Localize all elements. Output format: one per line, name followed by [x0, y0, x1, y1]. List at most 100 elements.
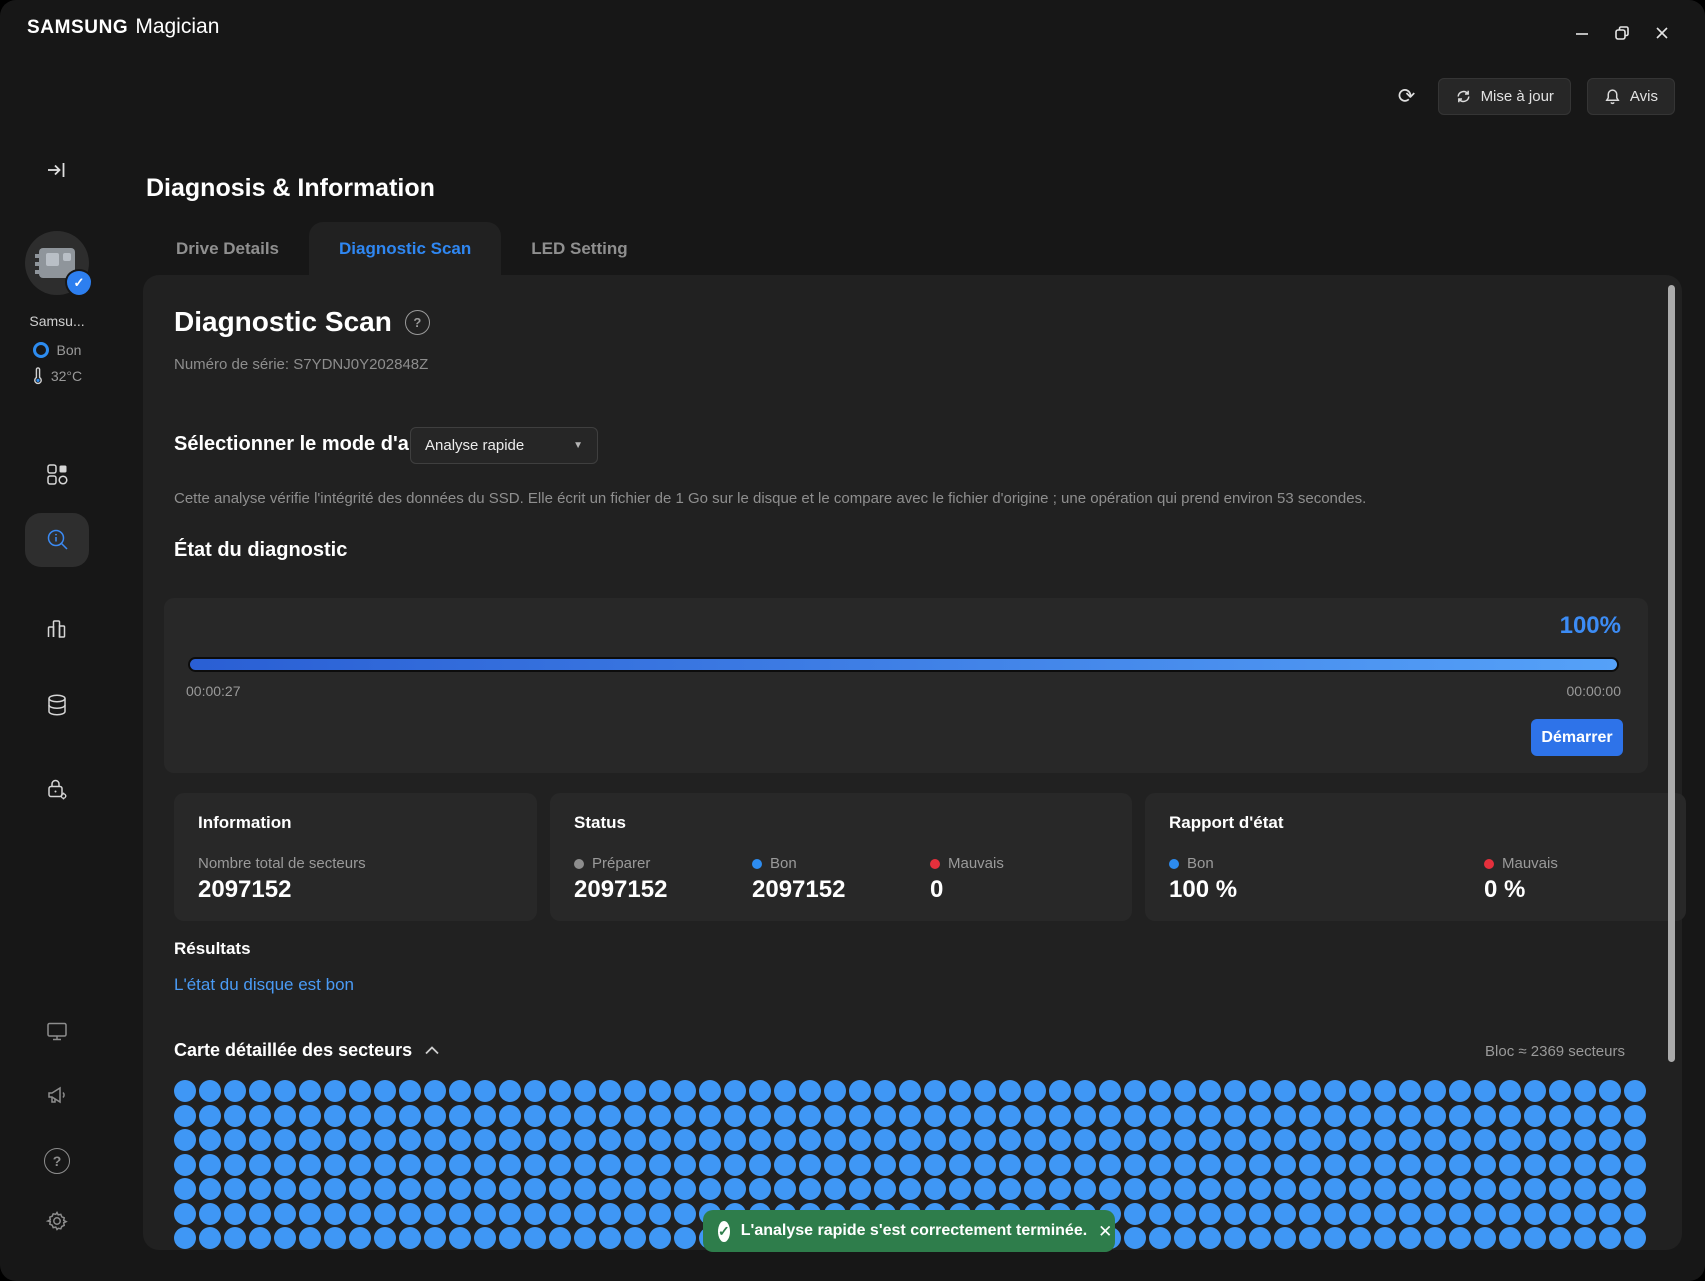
refresh-icon: ⟳ — [1398, 86, 1416, 107]
sector-dot — [674, 1154, 696, 1176]
sector-dot — [1424, 1178, 1446, 1200]
close-button[interactable] — [1649, 20, 1675, 46]
help-icon: ? — [44, 1148, 70, 1174]
tab-drive-details[interactable]: Drive Details — [146, 222, 309, 275]
sector-dot — [524, 1154, 546, 1176]
sector-dot — [1199, 1129, 1221, 1151]
sector-dot — [349, 1080, 371, 1102]
sector-dot — [324, 1105, 346, 1127]
sector-dot — [774, 1080, 796, 1102]
sidebar-item-announcements[interactable] — [25, 1068, 89, 1122]
sector-dot — [1199, 1178, 1221, 1200]
sector-dot — [1524, 1227, 1546, 1249]
sector-dot — [174, 1227, 196, 1249]
sector-dot — [1399, 1178, 1421, 1200]
sidebar-item-data-management[interactable] — [25, 678, 89, 732]
sector-dot — [1299, 1178, 1321, 1200]
sector-dot — [949, 1129, 971, 1151]
chevron-up-icon[interactable] — [424, 1045, 440, 1056]
sector-dot — [1024, 1105, 1046, 1127]
diagnostic-scan-panel: Diagnostic Scan ? Numéro de série: S7YDN… — [143, 275, 1682, 1250]
sidebar-item-performance[interactable] — [25, 602, 89, 656]
sector-dot — [349, 1129, 371, 1151]
refresh-button[interactable]: ⟳ — [1392, 82, 1422, 112]
sidebar-expand-button[interactable] — [0, 160, 114, 180]
sync-icon — [1455, 88, 1472, 105]
notice-button[interactable]: Avis — [1587, 78, 1675, 115]
sector-dot — [1199, 1203, 1221, 1225]
sector-dot — [324, 1154, 346, 1176]
sector-dot — [874, 1129, 896, 1151]
sector-dot — [1124, 1080, 1146, 1102]
sector-dot — [274, 1227, 296, 1249]
sector-dot — [1049, 1178, 1071, 1200]
scan-help-icon[interactable]: ? — [405, 310, 430, 335]
sector-dot — [324, 1080, 346, 1102]
sector-dot — [949, 1080, 971, 1102]
sector-dot — [399, 1105, 421, 1127]
restore-button[interactable] — [1609, 20, 1635, 46]
sector-dot — [274, 1129, 296, 1151]
sector-dot — [424, 1129, 446, 1151]
sector-dot — [524, 1203, 546, 1225]
sector-dot — [1149, 1203, 1171, 1225]
sector-dot — [599, 1105, 621, 1127]
sector-dot — [849, 1105, 871, 1127]
sector-dot — [599, 1080, 621, 1102]
sector-dot — [1549, 1080, 1571, 1102]
sector-dot — [624, 1129, 646, 1151]
sector-dot — [1249, 1203, 1271, 1225]
sector-dot — [1174, 1105, 1196, 1127]
sector-dot — [1274, 1178, 1296, 1200]
update-button[interactable]: Mise à jour — [1438, 78, 1571, 115]
sector-dot — [1249, 1154, 1271, 1176]
red-dot-icon — [930, 859, 940, 869]
sector-dot — [1174, 1227, 1196, 1249]
sector-dot — [724, 1080, 746, 1102]
sidebar-item-settings[interactable] — [25, 1194, 89, 1248]
sector-dot — [1124, 1178, 1146, 1200]
product-text: Magician — [135, 15, 219, 39]
page-title: Diagnosis & Information — [146, 174, 435, 203]
drive-avatar[interactable]: ✓ — [0, 231, 114, 295]
sector-dot — [474, 1129, 496, 1151]
lock-gear-icon — [44, 776, 70, 802]
sector-dot — [1199, 1080, 1221, 1102]
sector-dot — [224, 1105, 246, 1127]
sector-dot — [974, 1178, 996, 1200]
sector-dot — [1224, 1227, 1246, 1249]
scan-mode-select[interactable]: Analyse rapide ▼ — [410, 427, 598, 464]
sector-dot — [1449, 1154, 1471, 1176]
sector-dot — [1174, 1080, 1196, 1102]
tab-diagnostic-scan[interactable]: Diagnostic Scan — [309, 222, 501, 275]
sector-dot — [574, 1080, 596, 1102]
sector-dot — [449, 1154, 471, 1176]
sidebar-item-security[interactable] — [25, 762, 89, 816]
sidebar-item-system[interactable] — [25, 1004, 89, 1058]
sector-dot — [449, 1080, 471, 1102]
sector-dot — [1524, 1105, 1546, 1127]
tab-led-setting[interactable]: LED Setting — [501, 222, 657, 275]
sector-dot — [624, 1203, 646, 1225]
sector-dot — [649, 1154, 671, 1176]
sector-count-label: Nombre total de secteurs — [198, 855, 366, 872]
vertical-scrollbar[interactable] — [1668, 285, 1675, 1062]
sector-dot — [224, 1203, 246, 1225]
sector-dot — [1524, 1154, 1546, 1176]
sidebar-item-dashboard[interactable] — [25, 447, 89, 501]
sector-dot — [574, 1129, 596, 1151]
sidebar-item-diagnosis[interactable] — [25, 513, 89, 567]
sector-dot — [574, 1178, 596, 1200]
minimize-button[interactable] — [1569, 20, 1595, 46]
toast-close-icon[interactable]: ✕ — [1098, 1223, 1112, 1240]
sector-dot — [424, 1227, 446, 1249]
sector-dot — [199, 1178, 221, 1200]
sector-dot — [574, 1203, 596, 1225]
sidebar-item-help[interactable]: ? — [25, 1134, 89, 1188]
progress-bar — [188, 657, 1619, 672]
start-button[interactable]: Démarrer — [1531, 719, 1623, 756]
sector-dot — [1299, 1227, 1321, 1249]
sector-dot — [224, 1178, 246, 1200]
status-prepare: Préparer 2097152 — [574, 855, 752, 904]
sector-dot — [1549, 1227, 1571, 1249]
